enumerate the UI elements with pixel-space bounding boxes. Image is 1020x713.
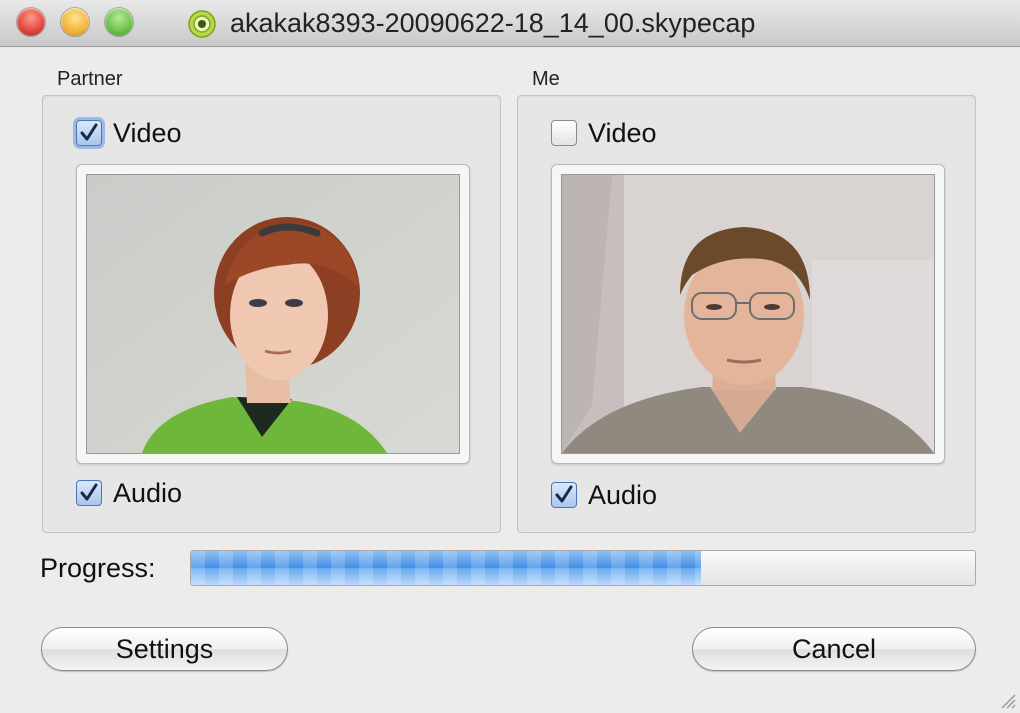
me-group-label: Me (532, 68, 560, 90)
progress-label: Progress: (40, 553, 156, 583)
me-video-label: Video (588, 117, 657, 148)
me-group: Video Audio (517, 95, 976, 533)
progress-bar (190, 550, 976, 586)
partner-video-preview (76, 164, 470, 464)
me-video-checkbox-row[interactable]: Video (551, 117, 657, 149)
me-audio-checkbox-row[interactable]: Audio (551, 479, 657, 511)
me-video-image (562, 175, 934, 453)
skype-recorder-icon (188, 10, 216, 38)
close-window-button[interactable] (17, 8, 45, 36)
title-bar[interactable]: akakak8393-20090622-18_14_00.skypecap (0, 0, 1020, 47)
minimize-window-button[interactable] (61, 8, 89, 36)
resize-grip-icon[interactable] (996, 689, 1016, 709)
checkmark-icon (80, 483, 98, 501)
zoom-window-button[interactable] (105, 8, 133, 36)
me-audio-checkbox[interactable] (551, 482, 577, 508)
partner-video-checkbox[interactable] (76, 120, 102, 146)
me-video-checkbox[interactable] (551, 120, 577, 146)
partner-video-image (87, 175, 459, 453)
cancel-button[interactable]: Cancel (692, 627, 976, 671)
partner-video-checkbox-row[interactable]: Video (76, 117, 182, 149)
checkmark-icon (555, 485, 573, 503)
partner-group-label: Partner (57, 68, 123, 90)
partner-audio-label: Audio (113, 477, 183, 508)
window-title: akakak8393-20090622-18_14_00.skypecap (230, 8, 756, 38)
partner-audio-checkbox[interactable] (76, 480, 102, 506)
settings-button[interactable]: Settings (41, 627, 288, 671)
partner-audio-checkbox-row[interactable]: Audio (76, 477, 182, 509)
partner-group: Video Audio (42, 95, 501, 533)
me-video-preview (551, 164, 945, 464)
partner-video-label: Video (113, 117, 182, 148)
checkmark-icon (80, 123, 98, 141)
progress-bar-fill (191, 551, 701, 585)
recorder-window: akakak8393-20090622-18_14_00.skypecap Pa… (0, 0, 1020, 713)
me-audio-label: Audio (588, 479, 658, 510)
